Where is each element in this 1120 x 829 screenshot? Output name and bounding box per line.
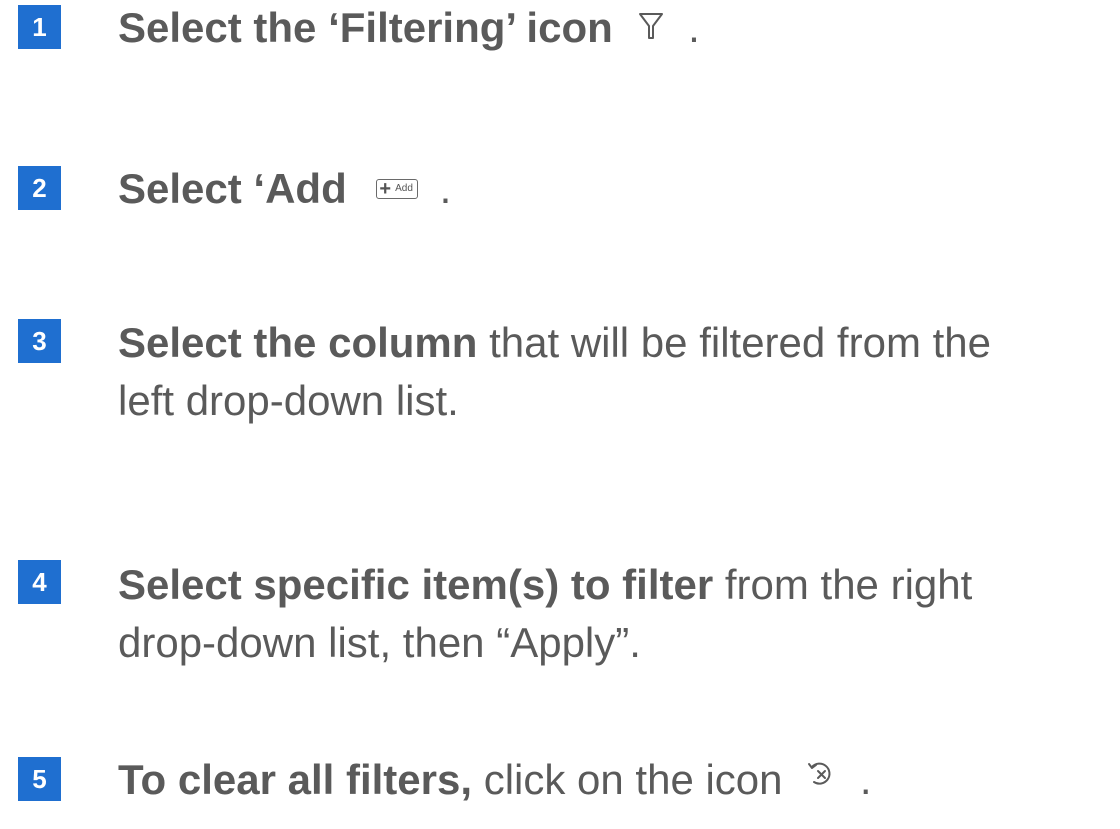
- add-button-image: + Add: [376, 177, 418, 200]
- step-number-badge: 5: [18, 757, 61, 801]
- step-bold-text: Select ‘Add: [118, 165, 347, 212]
- step-period: .: [439, 165, 452, 212]
- step-line-1: Select the column that will be filtered …: [118, 316, 991, 370]
- step-number: 3: [32, 325, 47, 356]
- plus-icon: +: [379, 177, 392, 200]
- add-button-label: Add: [395, 182, 413, 194]
- filter-funnel-icon: [638, 0, 664, 54]
- step-text: Select the column that will be filtered …: [118, 316, 991, 428]
- step-number: 1: [32, 11, 47, 42]
- step-number: 5: [32, 763, 47, 794]
- step-number-badge: 4: [18, 560, 61, 604]
- step-number-badge: 1: [18, 5, 61, 49]
- step-text: Select ‘Add + Add .: [118, 162, 451, 216]
- step-bold-text: To clear all filters,: [118, 756, 473, 803]
- step-rest-text: click on the icon: [472, 756, 783, 803]
- step-period: .: [688, 4, 700, 51]
- step-bold-text: Select the ‘Filtering’ icon: [118, 4, 613, 51]
- clear-filters-icon: [806, 748, 836, 802]
- step-bold-text: Select the column: [118, 319, 478, 366]
- step-line-2: left drop-down list.: [118, 377, 459, 424]
- step-line-1: Select specific item(s) to filter from t…: [118, 558, 972, 612]
- step-text: Select the ‘Filtering’ icon .: [118, 1, 700, 58]
- step-period: .: [859, 756, 872, 803]
- step-bold-text: Select specific item(s) to filter: [118, 561, 714, 608]
- step-rest-text: that will be filtered from the: [477, 319, 991, 366]
- step-text: Select specific item(s) to filter from t…: [118, 558, 972, 670]
- step-line-2: drop-down list, then “Apply”.: [118, 619, 641, 666]
- step-number-badge: 3: [18, 319, 61, 363]
- step-number-badge: 2: [18, 166, 61, 210]
- step-number: 2: [32, 172, 47, 203]
- step-text: To clear all filters, click on the icon …: [118, 753, 872, 810]
- step-rest-text: from the right: [713, 561, 973, 608]
- step-number: 4: [32, 566, 47, 597]
